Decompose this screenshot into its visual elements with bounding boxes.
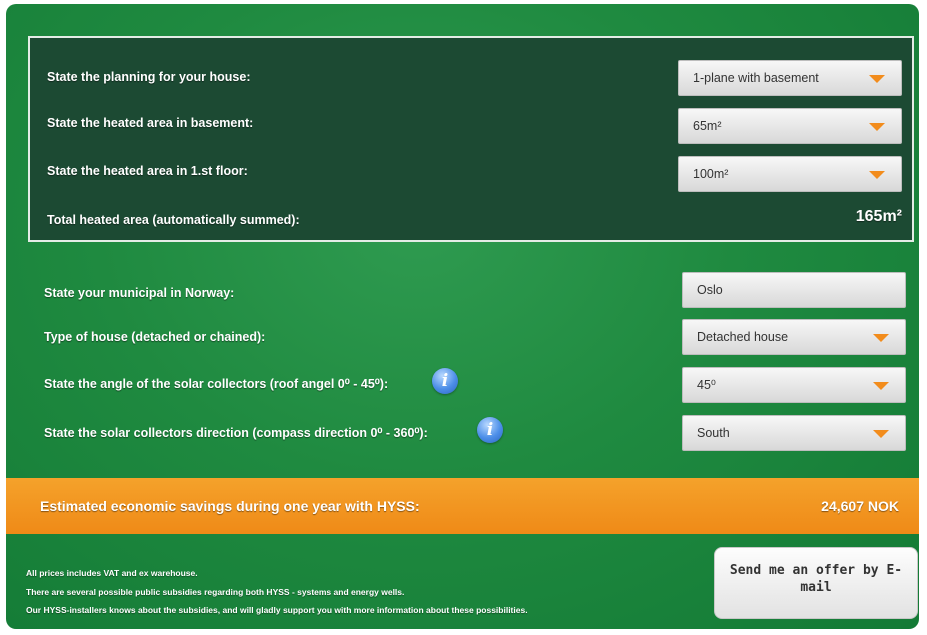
municipal-value: Oslo bbox=[697, 283, 723, 297]
savings-label: Estimated economic savings during one ye… bbox=[40, 498, 420, 514]
first-floor-area-value: 100m² bbox=[693, 167, 729, 181]
first-floor-area-label: State the heated area in 1.st floor: bbox=[47, 164, 248, 178]
chevron-down-icon bbox=[869, 75, 885, 83]
house-type-value: Detached house bbox=[697, 330, 789, 344]
basement-area-value: 65m² bbox=[693, 119, 722, 133]
savings-value: 24,607 NOK bbox=[821, 498, 899, 514]
info-icon[interactable]: i bbox=[432, 368, 458, 394]
compass-direction-value: South bbox=[697, 426, 730, 440]
total-area-value: 165m² bbox=[855, 208, 902, 225]
basement-area-select[interactable]: 65m² bbox=[678, 108, 902, 144]
send-offer-button[interactable]: Send me an offer by E-mail bbox=[714, 547, 918, 619]
chevron-down-icon bbox=[873, 430, 889, 438]
roof-angle-value: 45⁰ bbox=[697, 378, 716, 392]
chevron-down-icon bbox=[873, 382, 889, 390]
compass-direction-label: State the solar collectors direction (co… bbox=[44, 426, 428, 440]
basement-area-label: State the heated area in basement: bbox=[47, 116, 254, 130]
planning-label: State the planning for your house: bbox=[47, 70, 251, 84]
planning-select[interactable]: 1-plane with basement bbox=[678, 60, 902, 96]
house-planning-box: State the planning for your house: 1-pla… bbox=[28, 36, 914, 242]
planning-select-value: 1-plane with basement bbox=[693, 71, 819, 85]
calculator-panel: State the planning for your house: 1-pla… bbox=[6, 4, 919, 629]
footnote-subsidies: There are several possible public subsid… bbox=[26, 587, 405, 597]
footnote-installers: Our HYSS-installers knows about the subs… bbox=[26, 605, 528, 615]
roof-angle-select[interactable]: 45⁰ bbox=[682, 367, 906, 403]
municipal-label: State your municipal in Norway: bbox=[44, 286, 235, 300]
compass-direction-select[interactable]: South bbox=[682, 415, 906, 451]
total-area-label: Total heated area (automatically summed)… bbox=[47, 213, 300, 227]
footnote-prices: All prices includes VAT and ex warehouse… bbox=[26, 568, 198, 578]
savings-bar: Estimated economic savings during one ye… bbox=[6, 478, 919, 534]
house-type-select[interactable]: Detached house bbox=[682, 319, 906, 355]
chevron-down-icon bbox=[869, 123, 885, 131]
info-icon[interactable]: i bbox=[477, 417, 503, 443]
roof-angle-label: State the angle of the solar collectors … bbox=[44, 377, 389, 391]
municipal-input[interactable]: Oslo bbox=[682, 272, 906, 308]
house-type-label: Type of house (detached or chained): bbox=[44, 330, 266, 344]
first-floor-area-select[interactable]: 100m² bbox=[678, 156, 902, 192]
chevron-down-icon bbox=[873, 334, 889, 342]
chevron-down-icon bbox=[869, 171, 885, 179]
